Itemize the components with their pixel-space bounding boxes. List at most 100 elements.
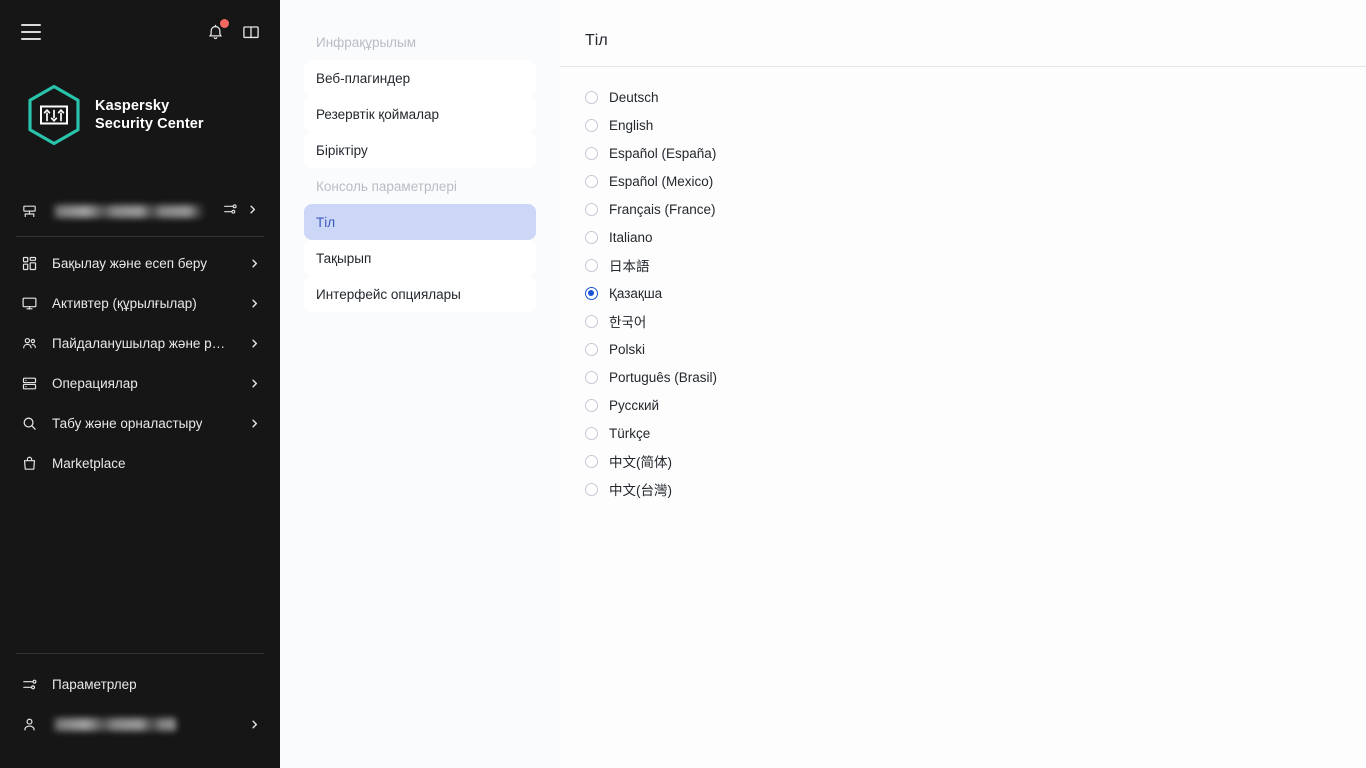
sidebar-item-label: Параметрлер — [52, 677, 137, 692]
submenu-item-integration[interactable]: Біріктіру — [304, 132, 536, 168]
radio-icon[interactable] — [585, 203, 598, 216]
sidebar-bottom: Параметрлер — [0, 653, 280, 768]
server-selector[interactable] — [16, 194, 264, 228]
sidebar-item-discovery-deployment[interactable]: Табу және орналастыру — [0, 403, 280, 443]
radio-icon[interactable] — [585, 231, 598, 244]
sidebar-item-marketplace[interactable]: Marketplace — [0, 443, 280, 483]
language-option-francais-france[interactable]: Français (France) — [585, 195, 1366, 223]
language-option-japanese[interactable]: 日本語 — [585, 251, 1366, 279]
radio-icon[interactable] — [585, 147, 598, 160]
language-option-russian[interactable]: Русский — [585, 391, 1366, 419]
settings-submenu-list: Инфрақұрылым Веб-плагиндер Резервтік қой… — [280, 24, 560, 312]
chevron-right-icon[interactable] — [247, 202, 258, 220]
dashboard-icon — [21, 255, 43, 272]
submenu-item-backup-storages[interactable]: Резервтік қоймалар — [304, 96, 536, 132]
sidebar-item-label: Табу және орналастыру — [52, 416, 202, 431]
language-label: Polski — [609, 342, 645, 357]
sidebar-item-label: Операциялар — [52, 376, 138, 391]
language-option-kazakh[interactable]: Қазақша — [585, 279, 1366, 307]
users-icon — [21, 335, 43, 352]
sidebar-divider-top — [16, 236, 264, 237]
radio-icon[interactable] — [585, 175, 598, 188]
menu-icon[interactable] — [21, 24, 41, 40]
main-sidebar: Kaspersky Security Center — [0, 0, 280, 768]
product-logo: Kaspersky Security Center — [0, 64, 280, 156]
sidebar-topbar — [0, 0, 280, 64]
main-content: Тіл Deutsch English Español (España) Esp… — [560, 0, 1366, 768]
server-icon — [21, 203, 43, 220]
language-option-espanol-mexico[interactable]: Español (Mexico) — [585, 167, 1366, 195]
notification-badge — [220, 19, 229, 28]
language-label: Português (Brasil) — [609, 370, 717, 385]
language-label: Español (Mexico) — [609, 174, 713, 189]
bell-icon[interactable] — [204, 21, 226, 43]
submenu-item-interface-options[interactable]: Интерфейс опциялары — [304, 276, 536, 312]
radio-icon[interactable] — [585, 371, 598, 384]
sidebar-item-operations[interactable]: Операциялар — [0, 363, 280, 403]
sidebar-item-settings[interactable]: Параметрлер — [0, 664, 280, 704]
sliders-icon — [21, 676, 43, 693]
sidebar-item-account[interactable] — [0, 704, 280, 744]
language-label: Français (France) — [609, 202, 716, 217]
radio-icon[interactable] — [585, 455, 598, 468]
submenu-item-theme[interactable]: Тақырып — [304, 240, 536, 276]
chevron-right-icon — [249, 418, 260, 429]
sidebar-item-users-roles[interactable]: Пайдаланушылар және рөл... — [0, 323, 280, 363]
sidebar-topbar-actions — [204, 21, 262, 43]
radio-icon[interactable] — [585, 287, 598, 300]
language-label: 中文(台灣) — [609, 479, 672, 499]
language-label: English — [609, 118, 653, 133]
bag-icon — [21, 455, 43, 472]
server-name-redacted — [52, 205, 204, 218]
submenu-item-web-plugins[interactable]: Веб-плагиндер — [304, 60, 536, 96]
radio-icon[interactable] — [585, 399, 598, 412]
sidebar-item-label: Активтер (құрылғылар) — [52, 296, 197, 311]
page-title: Тіл — [560, 0, 1366, 66]
language-option-deutsch[interactable]: Deutsch — [585, 83, 1366, 111]
language-radio-group: Deutsch English Español (España) Español… — [560, 67, 1366, 503]
radio-icon[interactable] — [585, 343, 598, 356]
account-name-redacted — [52, 718, 176, 731]
sidebar-item-monitoring[interactable]: Бақылау және есеп беру — [0, 243, 280, 283]
radio-icon[interactable] — [585, 427, 598, 440]
language-label: Español (España) — [609, 146, 716, 161]
language-option-english[interactable]: English — [585, 111, 1366, 139]
language-label: Қазақша — [609, 286, 662, 301]
language-option-chinese-traditional[interactable]: 中文(台灣) — [585, 475, 1366, 503]
product-name-line1: Kaspersky — [95, 97, 204, 115]
language-label: Italiano — [609, 230, 653, 245]
submenu-item-label: Интерфейс опциялары — [316, 287, 461, 302]
servers-icon — [21, 375, 43, 392]
sidebar-divider-bottom — [16, 653, 264, 654]
search-icon — [21, 415, 43, 432]
language-option-espanol-espana[interactable]: Español (España) — [585, 139, 1366, 167]
chevron-right-icon — [249, 338, 260, 349]
radio-icon[interactable] — [585, 91, 598, 104]
chevron-right-icon[interactable] — [249, 719, 260, 730]
radio-icon[interactable] — [585, 483, 598, 496]
language-option-polski[interactable]: Polski — [585, 335, 1366, 363]
language-option-turkce[interactable]: Türkçe — [585, 419, 1366, 447]
sidebar-item-assets[interactable]: Активтер (құрылғылар) — [0, 283, 280, 323]
chevron-right-icon — [249, 298, 260, 309]
book-icon[interactable] — [240, 21, 262, 43]
language-option-korean[interactable]: 한국어 — [585, 307, 1366, 335]
submenu-group-title: Инфрақұрылым — [304, 24, 536, 60]
submenu-item-label: Тіл — [316, 215, 335, 230]
language-option-chinese-simplified[interactable]: 中文(简体) — [585, 447, 1366, 475]
language-label: 한국어 — [609, 311, 646, 331]
language-label: 日本語 — [609, 255, 650, 275]
radio-icon[interactable] — [585, 119, 598, 132]
radio-icon[interactable] — [585, 259, 598, 272]
submenu-item-language[interactable]: Тіл — [304, 204, 536, 240]
sidebar-nav: Бақылау және есеп беру Активтер (құрылғы… — [0, 243, 280, 483]
sidebar-item-label: Marketplace — [52, 456, 126, 471]
submenu-item-label: Резервтік қоймалар — [316, 107, 439, 122]
language-option-portugues-brasil[interactable]: Português (Brasil) — [585, 363, 1366, 391]
chevron-right-icon — [249, 258, 260, 269]
language-label: Türkçe — [609, 426, 650, 441]
radio-icon[interactable] — [585, 315, 598, 328]
monitor-icon — [21, 295, 43, 312]
language-option-italiano[interactable]: Italiano — [585, 223, 1366, 251]
sliders-icon[interactable] — [222, 201, 238, 222]
